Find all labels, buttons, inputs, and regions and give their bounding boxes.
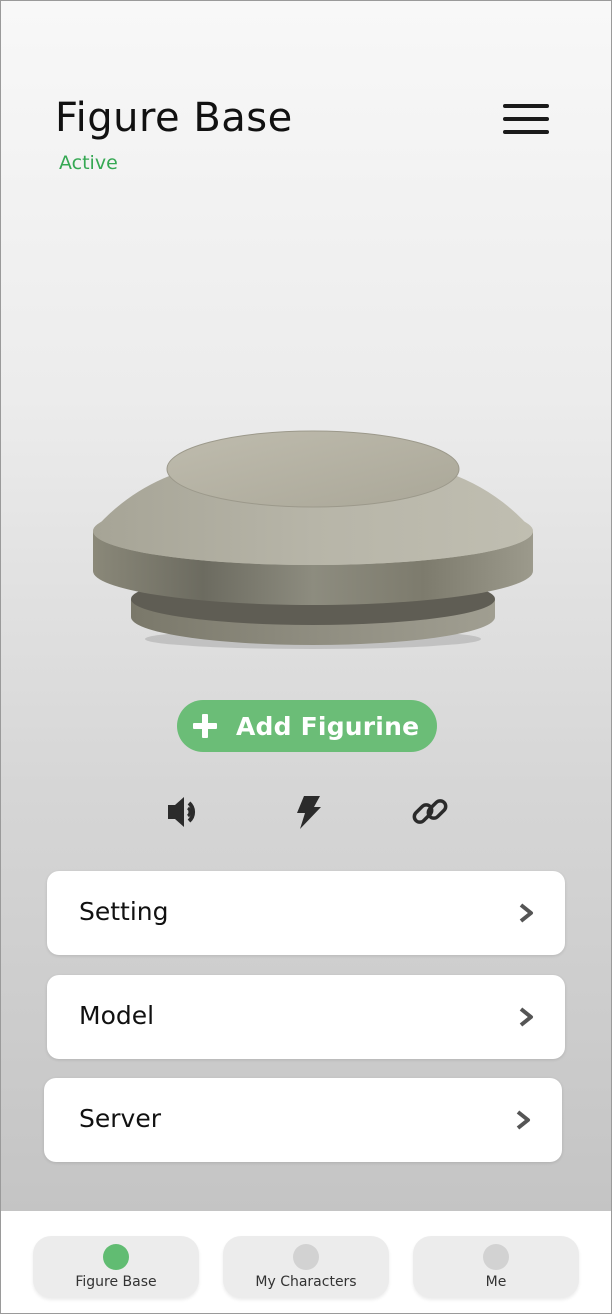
tab-active-indicator-icon	[103, 1244, 129, 1270]
link-icon[interactable]	[410, 792, 450, 832]
tab-indicator-icon	[293, 1244, 319, 1270]
menu-item-label: Server	[79, 1104, 161, 1133]
menu-item-server[interactable]: Server	[44, 1078, 562, 1162]
tab-indicator-icon	[483, 1244, 509, 1270]
tab-label: Figure Base	[75, 1274, 157, 1290]
page-title: Figure Base	[55, 95, 293, 141]
hamburger-menu-icon[interactable]	[501, 99, 553, 139]
menu-item-label: Model	[79, 1001, 155, 1030]
speaker-icon[interactable]	[165, 792, 205, 832]
app-screen: Figure Base Active Add Figurine Setting …	[0, 0, 612, 1314]
figure-base-device-image	[93, 430, 533, 649]
tab-my-characters[interactable]: My Characters	[223, 1236, 389, 1298]
plus-icon	[193, 714, 217, 738]
add-figurine-button[interactable]: Add Figurine	[177, 700, 437, 752]
menu-item-label: Setting	[79, 897, 169, 926]
lightning-icon[interactable]	[288, 792, 328, 832]
device-status: Active	[59, 152, 118, 174]
tab-figure-base[interactable]: Figure Base	[33, 1236, 199, 1298]
chevron-right-icon	[516, 1110, 530, 1130]
tab-label: Me	[485, 1274, 507, 1290]
menu-item-model[interactable]: Model	[47, 975, 565, 1059]
add-figurine-label: Add Figurine	[236, 712, 420, 741]
tab-me[interactable]: Me	[413, 1236, 579, 1298]
chevron-right-icon	[519, 903, 533, 923]
bottom-tab-bar: Figure Base My Characters Me	[1, 1211, 611, 1313]
tab-label: My Characters	[255, 1274, 357, 1290]
chevron-right-icon	[519, 1007, 533, 1027]
menu-item-setting[interactable]: Setting	[47, 871, 565, 955]
